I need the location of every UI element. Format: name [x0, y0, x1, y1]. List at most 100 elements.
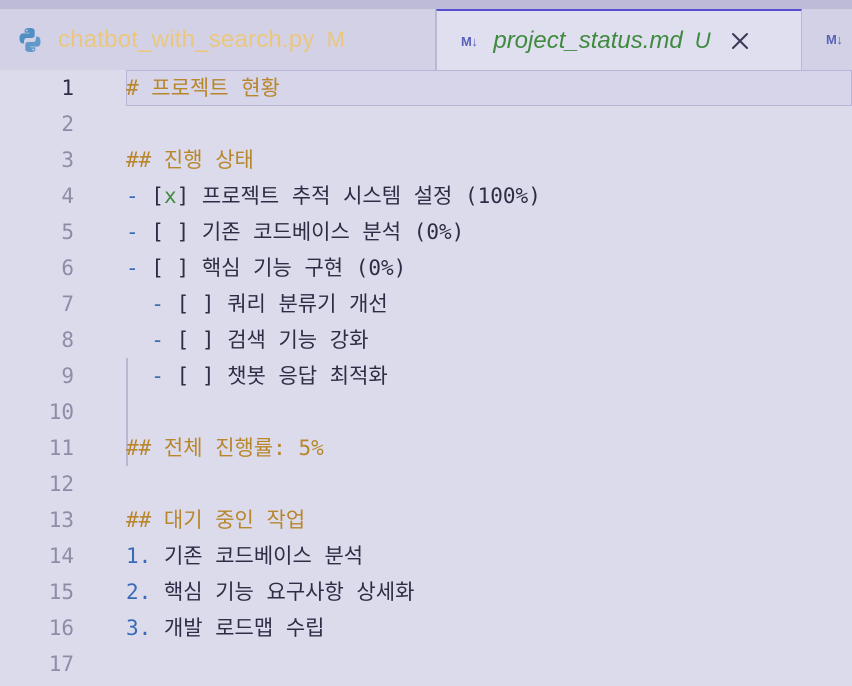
editor-window: chatbot_with_search.py M M↓ project_stat…: [0, 0, 852, 686]
line-number: 2: [61, 112, 74, 136]
editor-line[interactable]: 11 ## 전체 진행률: 5%: [0, 430, 852, 466]
line-content: - [ ] 쿼리 분류기 개선: [126, 286, 852, 322]
line-content: - [ ] 기존 코드베이스 분석 (0%): [126, 214, 852, 250]
checkbox-open: [: [163, 364, 190, 388]
markdown-heading: # 프로젝트 현황: [126, 76, 280, 100]
list-item-text: ] 프로젝트 추적 시스템 설정 (100%): [176, 184, 541, 208]
markdown-icon: M↓: [826, 32, 843, 47]
editor-line[interactable]: 6 - [ ] 핵심 기능 구현 (0%): [0, 250, 852, 286]
line-content: [126, 394, 852, 430]
line-number: 11: [48, 436, 74, 460]
line-content: - [x] 프로젝트 추적 시스템 설정 (100%): [126, 178, 852, 214]
editor-line[interactable]: 14 1. 기존 코드베이스 분석: [0, 538, 852, 574]
line-number: 15: [48, 580, 74, 604]
line-content: # 프로젝트 현황: [126, 70, 852, 106]
checkbox-mark: [164, 220, 177, 244]
list-marker: -: [126, 184, 139, 208]
checkbox-open: [: [163, 328, 190, 352]
list-item-text: 핵심 기능 요구사항 상세화: [151, 580, 415, 604]
python-icon: [16, 26, 44, 54]
tab-chatbot-with-search[interactable]: chatbot_with_search.py M: [0, 9, 436, 70]
ordered-list-number: 2.: [126, 580, 152, 604]
line-content: - [ ] 핵심 기능 구현 (0%): [126, 250, 852, 286]
list-item-text: 개발 로드맵 수립: [151, 616, 325, 640]
line-number: 13: [48, 508, 74, 532]
tab-title: chatbot_with_search.py: [58, 25, 315, 53]
editor-line[interactable]: 10: [0, 394, 852, 430]
editor-line[interactable]: 15 2. 핵심 기능 요구사항 상세화: [0, 574, 852, 610]
line-number: 10: [48, 400, 74, 424]
close-icon[interactable]: [729, 30, 751, 52]
line-content: 3. 개발 로드맵 수립: [126, 610, 852, 646]
checkbox-open: [: [163, 292, 190, 316]
tab-bar-topline: [0, 0, 852, 9]
line-content: 1. 기존 코드베이스 분석: [126, 538, 852, 574]
markdown-heading: ## 진행 상태: [126, 148, 254, 172]
tab-title: project_status.md: [493, 27, 683, 54]
line-number: 8: [61, 328, 74, 352]
line-number: 1: [61, 76, 74, 100]
line-content: - [ ] 챗봇 응답 최적화: [126, 358, 852, 394]
untracked-indicator: U: [694, 28, 711, 53]
editor-line[interactable]: 17: [0, 646, 852, 682]
markdown-icon: M↓: [461, 33, 478, 49]
checkbox-mark: [189, 364, 202, 388]
checkbox-open: [: [138, 256, 164, 280]
checkbox-open: [: [138, 184, 164, 208]
editor-line[interactable]: 7 - [ ] 쿼리 분류기 개선: [0, 286, 852, 322]
line-content: [126, 106, 852, 142]
line-content: [126, 466, 852, 502]
line-number: 7: [61, 292, 74, 316]
list-marker: -: [126, 220, 139, 244]
editor-line[interactable]: 9 - [ ] 챗봇 응답 최적화: [0, 358, 852, 394]
line-content: - [ ] 검색 기능 강화: [126, 322, 852, 358]
line-content: [126, 646, 852, 682]
list-item-text: ] 쿼리 분류기 개선: [201, 292, 388, 316]
tab-project-status[interactable]: M↓ project_status.md U: [436, 9, 802, 71]
editor-line[interactable]: 1 # 프로젝트 현황: [0, 70, 852, 106]
editor-line[interactable]: 16 3. 개발 로드맵 수립: [0, 610, 852, 646]
line-number: 4: [61, 184, 74, 208]
editor-line[interactable]: 2: [0, 106, 852, 142]
ordered-list-number: 1.: [126, 544, 152, 568]
markdown-heading: ## 전체 진행률: 5%: [126, 436, 324, 460]
list-marker: -: [151, 328, 164, 352]
editor-line[interactable]: 12: [0, 466, 852, 502]
list-item-text: ] 챗봇 응답 최적화: [201, 364, 388, 388]
line-content: 2. 핵심 기능 요구사항 상세화: [126, 574, 852, 610]
editor-line[interactable]: 3 ## 진행 상태: [0, 142, 852, 178]
checkbox-mark: x: [163, 184, 177, 208]
checkbox-mark: [164, 256, 177, 280]
line-number: 6: [61, 256, 74, 280]
checkbox-mark: [189, 328, 202, 352]
list-marker: -: [126, 256, 139, 280]
line-content: ## 진행 상태: [126, 142, 852, 178]
line-number: 3: [61, 148, 74, 172]
list-item-text: ] 기존 코드베이스 분석 (0%): [176, 220, 465, 244]
line-content: ## 대기 중인 작업: [126, 502, 852, 538]
line-number: 16: [48, 616, 74, 640]
editor-line[interactable]: 8 - [ ] 검색 기능 강화: [0, 322, 852, 358]
checkbox-open: [: [138, 220, 164, 244]
editor-line[interactable]: 4 - [x] 프로젝트 추적 시스템 설정 (100%): [0, 178, 852, 214]
code-editor[interactable]: 1 # 프로젝트 현황 2 3 ## 진행 상태 4- [x] 프로젝트 추적 시스템 설…: [0, 70, 852, 686]
line-number: 9: [61, 364, 74, 388]
ordered-list-number: 3.: [126, 616, 152, 640]
line-content: ## 전체 진행률: 5%: [126, 430, 852, 466]
tab-markdown-file[interactable]: M↓: [802, 9, 852, 70]
modified-indicator: M: [326, 26, 345, 52]
editor-line[interactable]: 13 ## 대기 중인 작업: [0, 502, 852, 538]
editor-line[interactable]: 5 - [ ] 기존 코드베이스 분석 (0%): [0, 214, 852, 250]
list-item-text: 기존 코드베이스 분석: [151, 544, 364, 568]
list-marker: -: [151, 364, 164, 388]
checkbox-mark: [189, 292, 202, 316]
list-item-text: ] 검색 기능 강화: [201, 328, 369, 352]
line-number: 17: [48, 652, 74, 676]
markdown-heading: ## 대기 중인 작업: [126, 508, 306, 532]
line-number: 14: [48, 544, 74, 568]
list-item-text: ] 핵심 기능 구현 (0%): [176, 256, 407, 280]
tab-bar: chatbot_with_search.py M M↓ project_stat…: [0, 0, 852, 71]
